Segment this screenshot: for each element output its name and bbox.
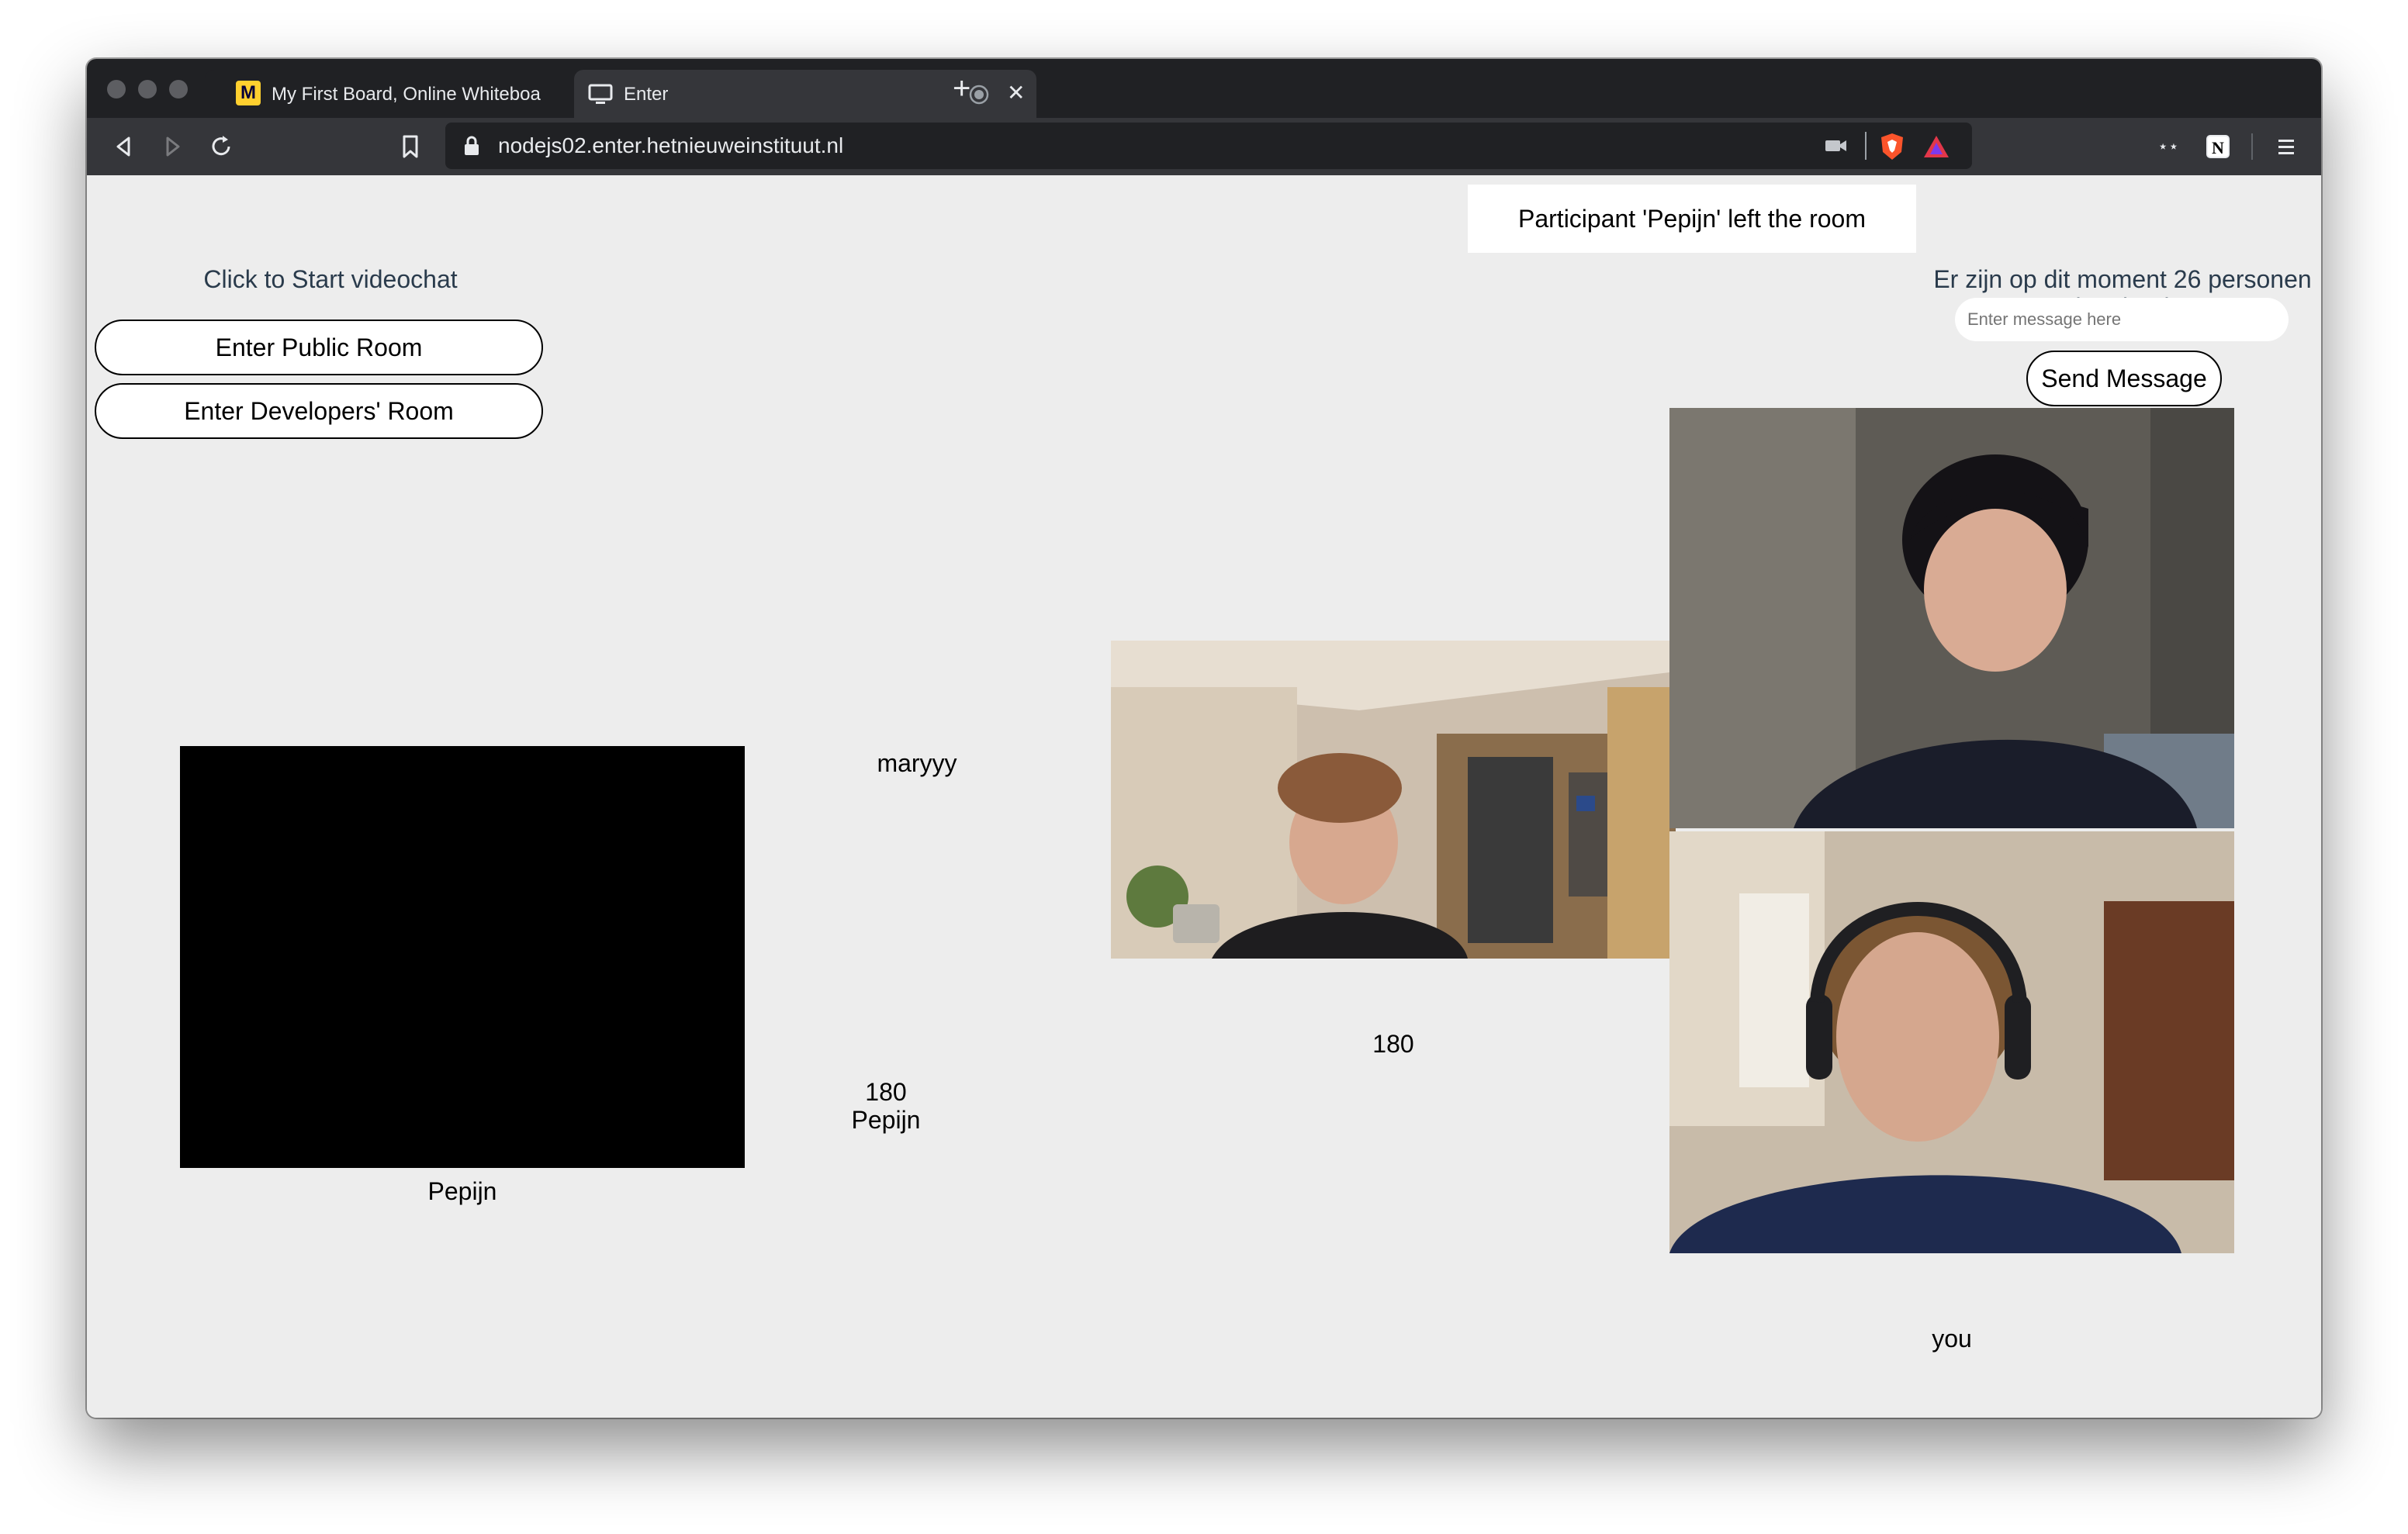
brave-rewards-icon[interactable] <box>1922 133 1950 160</box>
lock-icon <box>465 136 479 155</box>
tab-bar: M My First Board, Online Whiteboa ✕ Ente… <box>87 59 2321 118</box>
recording-icon <box>969 85 989 105</box>
miro-icon: M <box>236 81 261 105</box>
url-text: nodejs02.enter.hetnieuweinstituut.nl <box>498 133 844 157</box>
participant-name: Pepijn <box>851 1106 921 1134</box>
zoom-window-icon[interactable] <box>169 80 188 98</box>
new-tab-icon[interactable]: + <box>953 73 970 104</box>
video-label: you <box>1932 1325 1972 1353</box>
minimize-window-icon[interactable] <box>138 80 157 98</box>
address-bar[interactable]: nodejs02.enter.hetnieuweinstituut.nl <box>445 123 1972 169</box>
toolbar: nodejs02.enter.hetnieuweinstituut.nl ⋆⋆ … <box>87 118 2321 175</box>
send-message-button[interactable]: Send Message <box>2026 351 2222 406</box>
menu-icon[interactable] <box>2275 135 2298 158</box>
enter-developers-room-button[interactable]: Enter Developers' Room <box>95 383 543 439</box>
video-180 <box>1111 641 1676 959</box>
notion-icon[interactable]: N <box>2205 133 2231 160</box>
close-tab-icon[interactable]: ✕ <box>1007 79 1025 107</box>
bookmark-icon[interactable] <box>399 133 422 160</box>
participant-left-notice: Participant 'Pepijn' left the room <box>1468 185 1916 253</box>
participant-name: maryyy <box>877 749 957 777</box>
video-participant-woman <box>1669 408 2234 828</box>
monitor-icon <box>588 84 613 104</box>
brave-shield-icon[interactable] <box>1879 132 1905 161</box>
participant-info: 180 Pepijn <box>808 1078 964 1134</box>
close-window-icon[interactable] <box>107 80 126 98</box>
start-videochat-link[interactable]: Click to Start videochat <box>191 265 470 294</box>
enter-public-room-button[interactable]: Enter Public Room <box>95 320 543 375</box>
divider <box>2251 133 2253 160</box>
svg-text:N: N <box>2212 138 2224 157</box>
tab-title: My First Board, Online Whiteboa <box>272 84 541 105</box>
online-count-line: Er zijn op dit moment 26 personen <box>1933 265 2312 293</box>
divider <box>1865 132 1867 160</box>
camera-icon[interactable] <box>1825 136 1848 155</box>
video-frame <box>1111 641 1676 959</box>
video-pepijn <box>180 746 745 1168</box>
page-content: Click to Start videochat Enter Public Ro… <box>87 175 2321 1418</box>
participant-count: 180 <box>865 1078 907 1106</box>
video-frame <box>1669 831 2234 1253</box>
video-label: 180 <box>1372 1030 1414 1058</box>
tab-title: Enter <box>624 84 669 105</box>
video-you <box>1669 831 2234 1253</box>
message-input[interactable] <box>1955 298 2289 341</box>
video-frame <box>1669 408 2234 828</box>
browser-window: M My First Board, Online Whiteboa ✕ Ente… <box>87 59 2321 1418</box>
forward-icon[interactable] <box>160 133 186 160</box>
reload-icon[interactable] <box>208 133 234 160</box>
video-label: Pepijn <box>427 1177 497 1205</box>
back-icon[interactable] <box>110 133 137 160</box>
extensions-icon[interactable]: ⋆⋆ <box>2154 132 2183 161</box>
